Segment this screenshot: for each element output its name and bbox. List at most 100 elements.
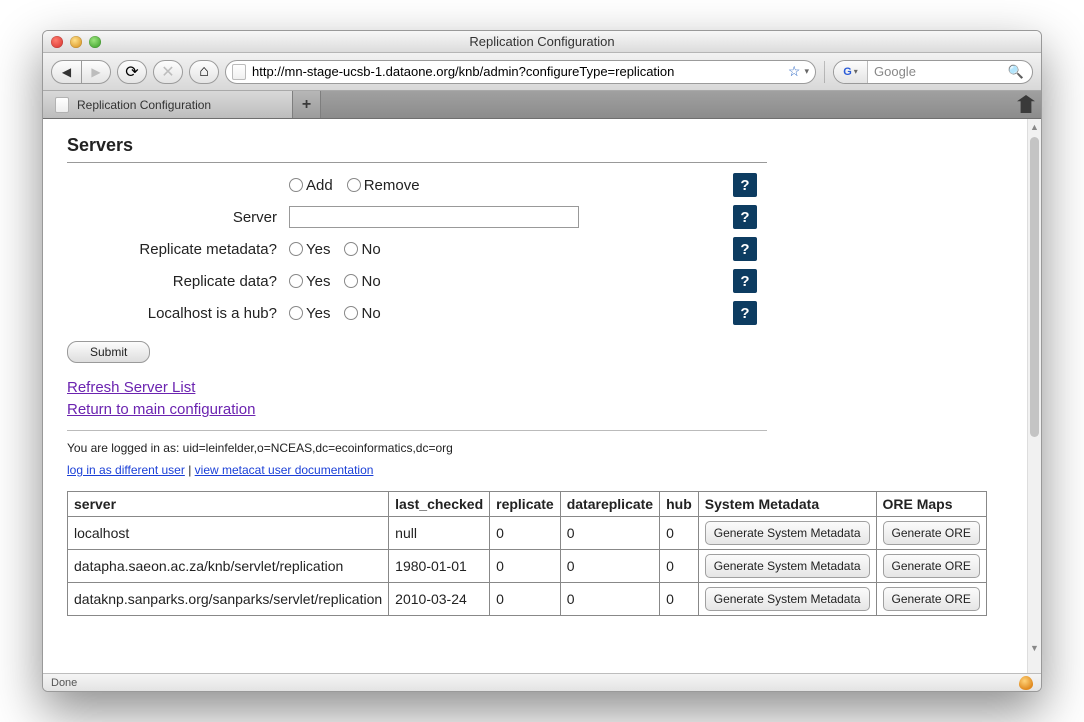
generate-ore-button[interactable]: Generate ORE xyxy=(883,521,980,545)
nav-back-forward: ◀ ▶ xyxy=(51,60,111,84)
login-other-user-link[interactable]: log in as different user xyxy=(67,463,185,477)
browser-window: Replication Configuration ◀ ▶ ⟳ ✕ ⌂ http… xyxy=(42,30,1042,692)
servers-table: server last_checked replicate datareplic… xyxy=(67,491,987,616)
no-radio[interactable] xyxy=(344,306,358,320)
reload-button[interactable]: ⟳ xyxy=(117,60,147,84)
search-icon[interactable]: 🔍 xyxy=(1008,64,1024,80)
home-button[interactable]: ⌂ xyxy=(189,60,219,84)
cell-hub: 0 xyxy=(660,549,699,582)
refresh-server-list-link[interactable]: Refresh Server List xyxy=(67,379,195,396)
help-icon[interactable]: ? xyxy=(733,237,757,261)
col-last-checked: last_checked xyxy=(389,491,490,516)
col-sysmeta: System Metadata xyxy=(698,491,876,516)
browser-toolbar: ◀ ▶ ⟳ ✕ ⌂ http://mn-stage-ucsb-1.dataone… xyxy=(43,53,1041,91)
replicate-metadata-label: Replicate metadata? xyxy=(67,241,277,258)
add-radio[interactable] xyxy=(289,178,303,192)
window-title: Replication Configuration xyxy=(43,34,1041,49)
titlebar: Replication Configuration xyxy=(43,31,1041,53)
cell-datareplicate: 0 xyxy=(560,582,659,615)
bookmark-star-icon[interactable]: ☆ xyxy=(788,63,801,80)
form-row-replicate-metadata: Replicate metadata? Yes No ? xyxy=(67,237,767,261)
hub-no[interactable]: No xyxy=(344,305,380,322)
col-ore: ORE Maps xyxy=(876,491,986,516)
nav-links: Refresh Server List Return to main confi… xyxy=(67,377,1003,422)
generate-sysmeta-button[interactable]: Generate System Metadata xyxy=(705,587,870,611)
divider xyxy=(67,430,767,431)
cell-hub: 0 xyxy=(660,516,699,549)
add-option[interactable]: Add xyxy=(289,177,333,194)
cell-replicate: 0 xyxy=(490,549,561,582)
tab-label: Replication Configuration xyxy=(77,98,211,112)
zoom-window-button[interactable] xyxy=(89,36,101,48)
cell-datareplicate: 0 xyxy=(560,516,659,549)
col-hub: hub xyxy=(660,491,699,516)
back-button[interactable]: ◀ xyxy=(51,60,81,84)
search-box[interactable]: G ▾ Google 🔍 xyxy=(833,60,1033,84)
bookmarks-button-icon[interactable] xyxy=(1017,95,1035,113)
cell-ore: Generate ORE xyxy=(876,516,986,549)
form-row-replicate-data: Replicate data? Yes No ? xyxy=(67,269,767,293)
view-docs-link[interactable]: view metacat user documentation xyxy=(195,463,374,477)
tab-replication-configuration[interactable]: Replication Configuration xyxy=(43,91,293,118)
hub-yes[interactable]: Yes xyxy=(289,305,330,322)
generate-ore-button[interactable]: Generate ORE xyxy=(883,554,980,578)
cell-datareplicate: 0 xyxy=(560,549,659,582)
site-identity-icon[interactable] xyxy=(232,64,246,80)
no-radio[interactable] xyxy=(344,274,358,288)
replicate-metadata-no[interactable]: No xyxy=(344,241,380,258)
search-engine-button[interactable]: G ▾ xyxy=(834,61,868,83)
yes-radio[interactable] xyxy=(289,274,303,288)
status-bar: Done xyxy=(43,673,1041,691)
submit-button[interactable]: Submit xyxy=(67,341,150,363)
hub-label: Localhost is a hub? xyxy=(67,305,277,322)
replicate-data-yes[interactable]: Yes xyxy=(289,273,330,290)
return-main-config-link[interactable]: Return to main configuration xyxy=(67,401,255,418)
server-input[interactable] xyxy=(289,206,579,228)
help-icon[interactable]: ? xyxy=(733,301,757,325)
status-text: Done xyxy=(51,677,77,689)
yes-radio[interactable] xyxy=(289,242,303,256)
scroll-up-icon[interactable]: ▲ xyxy=(1028,122,1041,132)
toolbar-separator xyxy=(824,61,825,83)
generate-ore-button[interactable]: Generate ORE xyxy=(883,587,980,611)
remove-option[interactable]: Remove xyxy=(347,177,420,194)
help-icon[interactable]: ? xyxy=(733,205,757,229)
help-icon[interactable]: ? xyxy=(733,269,757,293)
search-placeholder: Google xyxy=(868,64,1008,79)
generate-sysmeta-button[interactable]: Generate System Metadata xyxy=(705,554,870,578)
forward-button[interactable]: ▶ xyxy=(81,60,111,84)
new-tab-button[interactable]: + xyxy=(293,91,321,118)
table-row: dataknp.sanparks.org/sanparks/servlet/re… xyxy=(68,582,987,615)
page-body: Servers Add Remove ? Server ? xyxy=(43,119,1041,673)
google-icon: G xyxy=(843,66,852,78)
firebug-icon[interactable] xyxy=(1019,676,1033,690)
col-replicate: replicate xyxy=(490,491,561,516)
generate-sysmeta-button[interactable]: Generate System Metadata xyxy=(705,521,870,545)
cell-replicate: 0 xyxy=(490,582,561,615)
help-icon[interactable]: ? xyxy=(733,173,757,197)
vertical-scrollbar[interactable]: ▲ ▼ xyxy=(1027,119,1041,673)
cell-last-checked: 2010-03-24 xyxy=(389,582,490,615)
url-dropdown-icon[interactable]: ▾ xyxy=(804,66,809,77)
cell-sysmeta: Generate System Metadata xyxy=(698,516,876,549)
scroll-down-icon[interactable]: ▼ xyxy=(1028,643,1041,653)
scroll-thumb[interactable] xyxy=(1030,137,1039,437)
cell-ore: Generate ORE xyxy=(876,582,986,615)
close-window-button[interactable] xyxy=(51,36,63,48)
stop-icon: ✕ xyxy=(161,62,174,82)
replicate-metadata-yes[interactable]: Yes xyxy=(289,241,330,258)
reload-icon: ⟳ xyxy=(125,62,138,82)
replicate-data-no[interactable]: No xyxy=(344,273,380,290)
remove-radio[interactable] xyxy=(347,178,361,192)
search-engine-dropdown-icon: ▾ xyxy=(854,67,858,76)
minimize-window-button[interactable] xyxy=(70,36,82,48)
forward-icon: ▶ xyxy=(91,65,100,79)
no-radio[interactable] xyxy=(344,242,358,256)
address-bar[interactable]: http://mn-stage-ucsb-1.dataone.org/knb/a… xyxy=(225,60,816,84)
yes-radio[interactable] xyxy=(289,306,303,320)
cell-server: dataknp.sanparks.org/sanparks/servlet/re… xyxy=(68,582,389,615)
replicate-data-label: Replicate data? xyxy=(67,273,277,290)
tab-favicon xyxy=(55,97,69,113)
stop-button[interactable]: ✕ xyxy=(153,60,183,84)
tab-strip: Replication Configuration + xyxy=(43,91,1041,119)
